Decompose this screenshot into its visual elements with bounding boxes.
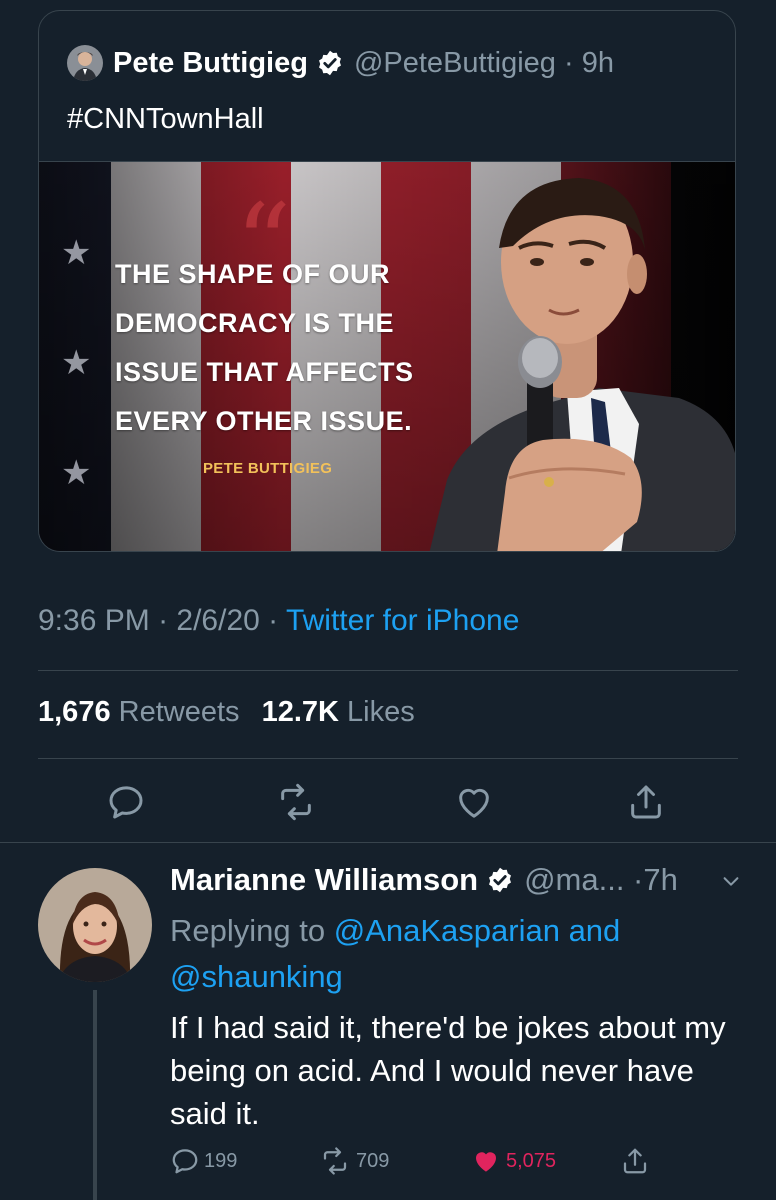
retweet-button[interactable]: 709 bbox=[318, 1146, 389, 1176]
like-icon[interactable] bbox=[454, 782, 494, 822]
image-quote-line: ISSUE THAT AFFECTS bbox=[115, 357, 414, 387]
reply-author-handle[interactable]: @ma... bbox=[524, 862, 624, 898]
image-quote-line: DEMOCRACY IS THE bbox=[115, 308, 395, 338]
reply-action-bar: 199 709 5,075 bbox=[0, 1146, 776, 1186]
verified-badge-icon bbox=[486, 866, 514, 894]
share-icon bbox=[623, 1148, 647, 1174]
quoted-time: 9h bbox=[581, 46, 614, 79]
tweet-time: 9:36 PM bbox=[38, 604, 150, 637]
likes-stat[interactable]: 12.7K Likes bbox=[262, 696, 429, 728]
tweet-source-link[interactable]: Twitter for iPhone bbox=[286, 604, 519, 637]
verified-badge-icon bbox=[316, 49, 344, 77]
quoted-author-name[interactable]: Pete Buttigieg bbox=[113, 47, 308, 80]
mention-link[interactable]: @AnaKasparian bbox=[334, 913, 560, 948]
reply-icon bbox=[172, 1149, 198, 1174]
and-word: and bbox=[568, 913, 621, 948]
reply-button[interactable]: 199 bbox=[170, 1146, 237, 1176]
reply-icon[interactable] bbox=[106, 782, 146, 822]
replying-to-label: Replying to bbox=[170, 913, 326, 948]
dot-separator: · bbox=[158, 604, 177, 637]
tweet-action-bar bbox=[0, 782, 776, 826]
retweets-label: Retweets bbox=[118, 696, 240, 728]
quoted-author-handle[interactable]: @PeteButtigieg bbox=[354, 47, 556, 80]
mention-link[interactable]: @shaunking bbox=[170, 959, 343, 994]
dot-separator: · bbox=[268, 604, 286, 637]
image-quote-attribution: PETE BUTTIGIEG bbox=[203, 460, 333, 477]
reply-time: 7h bbox=[643, 862, 678, 897]
quoted-author-avatar[interactable] bbox=[67, 45, 103, 81]
quoted-tweet-image[interactable]: ★ ★ ★ “ THE SHAPE OF OUR DEMOCRACY IS TH… bbox=[39, 161, 735, 551]
tweet-date: 2/6/20 bbox=[176, 604, 260, 637]
reply-text[interactable]: If I had said it, there'd be jokes about… bbox=[170, 1006, 750, 1135]
quoted-tweet-card[interactable]: Pete Buttigieg @PeteButtigieg · 9h #CNNT… bbox=[38, 10, 736, 552]
reply-author-name[interactable]: Marianne Williamson bbox=[170, 862, 478, 898]
heart-filled-icon bbox=[476, 1152, 496, 1172]
svg-text:★: ★ bbox=[61, 343, 91, 383]
share-icon[interactable] bbox=[626, 782, 666, 822]
quoted-tweet-header: Pete Buttigieg @PeteButtigieg · 9h bbox=[67, 43, 614, 83]
quoted-tweet-text[interactable]: #CNNTownHall bbox=[67, 103, 264, 136]
retweets-stat[interactable]: 1,676 Retweets bbox=[38, 696, 254, 728]
image-quote-line: THE SHAPE OF OUR bbox=[115, 259, 391, 289]
svg-text:★: ★ bbox=[61, 233, 91, 273]
replying-to: Replying to @AnaKasparian and @shaunking bbox=[170, 908, 730, 1000]
svg-text:★: ★ bbox=[61, 453, 91, 493]
share-button[interactable] bbox=[620, 1146, 654, 1176]
divider bbox=[0, 842, 776, 843]
reply-count: 199 bbox=[204, 1149, 238, 1172]
chevron-down-icon[interactable] bbox=[720, 870, 742, 892]
like-button[interactable]: 5,075 bbox=[470, 1146, 556, 1176]
retweet-count: 709 bbox=[356, 1149, 390, 1172]
image-quote-text: THE SHAPE OF OUR DEMOCRACY IS THE ISSUE … bbox=[115, 250, 445, 477]
like-count: 5,075 bbox=[506, 1149, 557, 1172]
likes-label: Likes bbox=[347, 696, 415, 728]
dot-separator: · bbox=[555, 46, 582, 79]
reply-header: Marianne Williamson @ma... · 7h bbox=[170, 862, 678, 898]
reply-author-avatar[interactable] bbox=[38, 868, 152, 982]
divider bbox=[38, 758, 738, 759]
dot-separator: · bbox=[624, 862, 644, 897]
image-quote-line: EVERY OTHER ISSUE. bbox=[115, 406, 413, 436]
tweet-stats: 1,676 Retweets 12.7K Likes bbox=[38, 696, 429, 729]
tweet-meta: 9:36 PM · 2/6/20 · Twitter for iPhone bbox=[38, 604, 519, 638]
likes-count: 12.7K bbox=[261, 696, 339, 728]
retweet-icon bbox=[323, 1147, 347, 1175]
retweet-icon[interactable] bbox=[276, 782, 316, 822]
divider bbox=[38, 670, 738, 671]
retweets-count: 1,676 bbox=[38, 696, 111, 728]
